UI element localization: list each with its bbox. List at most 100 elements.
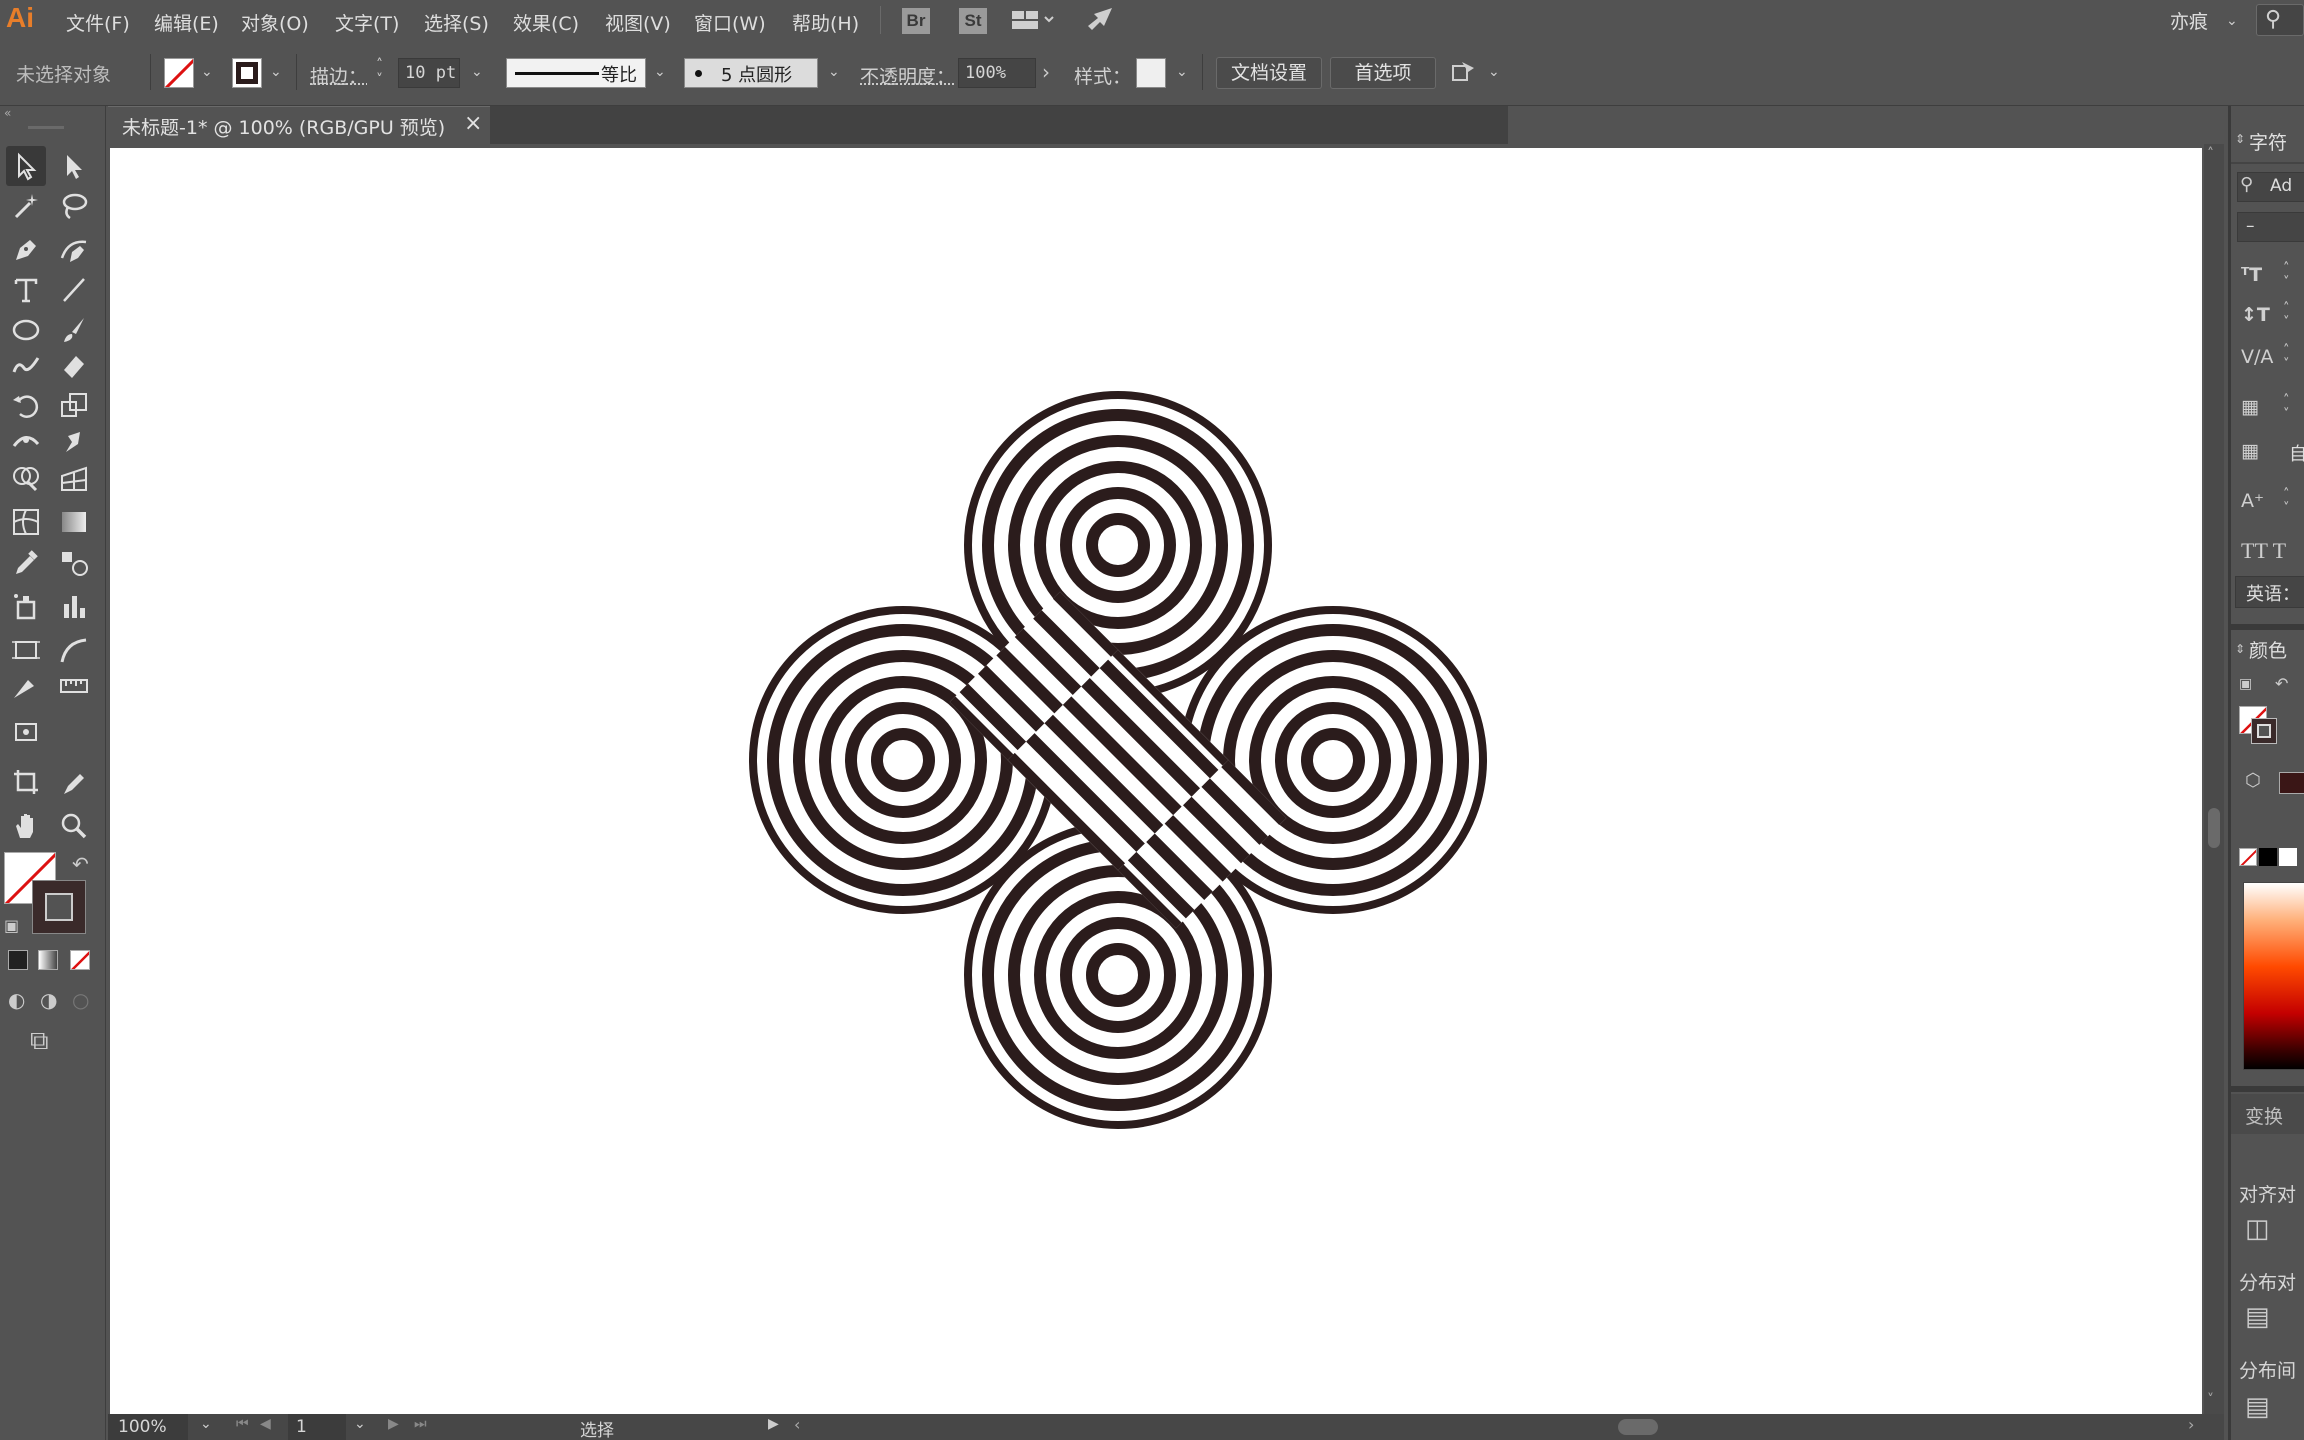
opacity-input[interactable]: 100%: [958, 58, 1036, 88]
artboard-tool-icon[interactable]: [6, 630, 46, 670]
arrange-dropdown-icon[interactable]: ⌄: [1488, 64, 1500, 80]
symbol-sprayer-tool-icon[interactable]: [6, 586, 46, 626]
artboard[interactable]: [110, 148, 2202, 1414]
shaper-tool-icon[interactable]: [6, 346, 46, 386]
artboard-number-input[interactable]: 1: [288, 1414, 346, 1440]
document-tab[interactable]: 未标题-1* @ 100% (RGB/GPU 预览) ×: [108, 106, 490, 144]
menu-view[interactable]: 视图(V): [605, 9, 671, 36]
stock-button[interactable]: St: [959, 8, 987, 34]
crop-tool-icon[interactable]: [6, 762, 46, 802]
distribute-spacing-icon[interactable]: ▤: [2245, 1392, 2270, 1422]
eraser-tool-icon[interactable]: [54, 346, 94, 386]
all-caps-buttons[interactable]: TT T: [2241, 538, 2286, 564]
white-swatch[interactable]: [2279, 848, 2297, 866]
kerning-stepper[interactable]: ˄ ˅: [2283, 344, 2290, 372]
magic-wand-tool-icon[interactable]: [6, 186, 46, 226]
distribute-top-icon[interactable]: ▤: [2245, 1302, 2270, 1332]
draw-inside-icon[interactable]: ○: [72, 988, 89, 1012]
brush-definition[interactable]: 5 点圆形: [684, 58, 818, 88]
color-spectrum[interactable]: [2243, 882, 2304, 1070]
gradient-mode-icon[interactable]: [38, 950, 58, 970]
menu-window[interactable]: 窗口(W): [694, 9, 766, 36]
width-tool-icon[interactable]: [6, 422, 46, 462]
next-artboard-icon[interactable]: ▶: [388, 1416, 399, 1432]
paintbrush-tool-icon[interactable]: [54, 310, 94, 350]
scroll-up-icon[interactable]: ˄: [2207, 146, 2214, 162]
last-color-swatch[interactable]: [2279, 772, 2304, 794]
eyedropper-alt-tool-icon[interactable]: [54, 762, 94, 802]
ellipse-tool-icon[interactable]: [6, 310, 46, 350]
knife-tool-icon[interactable]: [6, 666, 46, 706]
blend-tool-icon[interactable]: [54, 542, 94, 582]
selection-tool-icon[interactable]: [6, 146, 46, 186]
panel-toggle-icon[interactable]: ⇕: [2235, 132, 2245, 146]
artboard-dropdown-icon[interactable]: ⌄: [354, 1416, 366, 1432]
font-style-field[interactable]: –: [2237, 212, 2304, 242]
slice-tool-icon[interactable]: [54, 630, 94, 670]
stroke-dropdown-icon[interactable]: ⌄: [270, 64, 282, 80]
character-panel-title[interactable]: 字符: [2249, 128, 2287, 155]
rotate-tool-icon[interactable]: [6, 386, 46, 426]
opacity-label[interactable]: 不透明度：: [860, 62, 955, 89]
document-setup-button[interactable]: 文档设置: [1216, 57, 1322, 89]
swap-fill-stroke-icon[interactable]: ↶: [72, 852, 89, 876]
pen-tool-icon[interactable]: [6, 230, 46, 270]
ruler-tool-icon[interactable]: [54, 666, 94, 706]
first-artboard-icon[interactable]: ⏮: [236, 1416, 249, 1432]
gradient-tool-icon[interactable]: [54, 502, 94, 542]
scroll-left-icon[interactable]: ‹: [794, 1415, 800, 1434]
brush-dropdown-icon[interactable]: ⌄: [828, 64, 840, 80]
menu-edit[interactable]: 编辑(E): [154, 9, 219, 36]
shape-builder-tool-icon[interactable]: [6, 458, 46, 498]
font-size-stepper[interactable]: ˄ ˅: [2283, 262, 2290, 290]
column-graph-tool-icon[interactable]: [54, 586, 94, 626]
color-mode-icon[interactable]: [8, 950, 28, 970]
draw-normal-icon[interactable]: ◐: [8, 988, 25, 1012]
scroll-down-icon[interactable]: ˅: [2207, 1392, 2214, 1408]
arrange-icon[interactable]: [1450, 58, 1480, 91]
perspective-grid-tool-icon[interactable]: [54, 458, 94, 498]
zoom-dropdown-icon[interactable]: ⌄: [200, 1416, 212, 1432]
scale-tool-icon[interactable]: [54, 386, 94, 426]
hand-tool-icon[interactable]: [6, 806, 46, 846]
eyedropper-tool-icon[interactable]: [6, 542, 46, 582]
profile-dropdown-icon[interactable]: ⌄: [654, 64, 666, 80]
leading-stepper[interactable]: ˄ ˅: [2283, 302, 2290, 330]
language-select[interactable]: 英语：: [2235, 576, 2304, 608]
out-of-gamut-icon[interactable]: ⬡: [2245, 770, 2261, 791]
none-mode-icon[interactable]: [70, 950, 90, 970]
fill-dropdown-icon[interactable]: ⌄: [201, 64, 213, 80]
stroke-weight-input[interactable]: 10 pt: [398, 58, 460, 88]
lasso-tool-icon[interactable]: [54, 186, 94, 226]
curvature-tool-icon[interactable]: [54, 230, 94, 270]
menu-effect[interactable]: 效果(C): [513, 9, 579, 36]
vertical-scrollbar[interactable]: ˄ ˅: [2204, 144, 2224, 1414]
preferences-button[interactable]: 首选项: [1330, 57, 1436, 89]
canvas-area[interactable]: [108, 144, 2204, 1414]
stroke-color-box[interactable]: [32, 880, 86, 934]
puppet-warp-tool-icon[interactable]: [54, 422, 94, 462]
fill-swatch[interactable]: [164, 58, 194, 88]
none-swatch[interactable]: [2239, 848, 2257, 866]
draw-behind-icon[interactable]: ◑: [40, 988, 57, 1012]
stroke-stepper[interactable]: ˄ ˅: [376, 58, 383, 88]
zoom-tool-icon[interactable]: [54, 806, 94, 846]
panel-stroke-swatch[interactable]: [2251, 718, 2277, 744]
collapse-panel-icon[interactable]: «: [4, 106, 100, 120]
scroll-right-icon[interactable]: ›: [2188, 1415, 2194, 1434]
transform-tab[interactable]: 变换: [2231, 1094, 2304, 1134]
panel-toggle-icon[interactable]: ⇕: [2235, 642, 2245, 656]
opacity-arrow-icon[interactable]: ›: [1042, 60, 1050, 84]
horizontal-scroll-thumb[interactable]: [1618, 1419, 1658, 1435]
previous-artboard-icon[interactable]: ◀: [260, 1416, 271, 1432]
color-panel-title[interactable]: 颜色: [2249, 636, 2287, 663]
baseline-stepper[interactable]: ˄ ˅: [2283, 488, 2290, 516]
bridge-button[interactable]: Br: [902, 8, 930, 34]
menu-type[interactable]: 文字(T): [335, 9, 399, 36]
stroke-weight-dropdown-icon[interactable]: ⌄: [471, 64, 483, 80]
zoom-level-input[interactable]: 100%: [108, 1414, 188, 1440]
menu-help[interactable]: 帮助(H): [792, 9, 859, 36]
direct-selection-tool-icon[interactable]: [54, 146, 94, 186]
swap-colors-icon[interactable]: ↶: [2275, 674, 2288, 693]
menu-object[interactable]: 对象(O): [241, 9, 309, 36]
